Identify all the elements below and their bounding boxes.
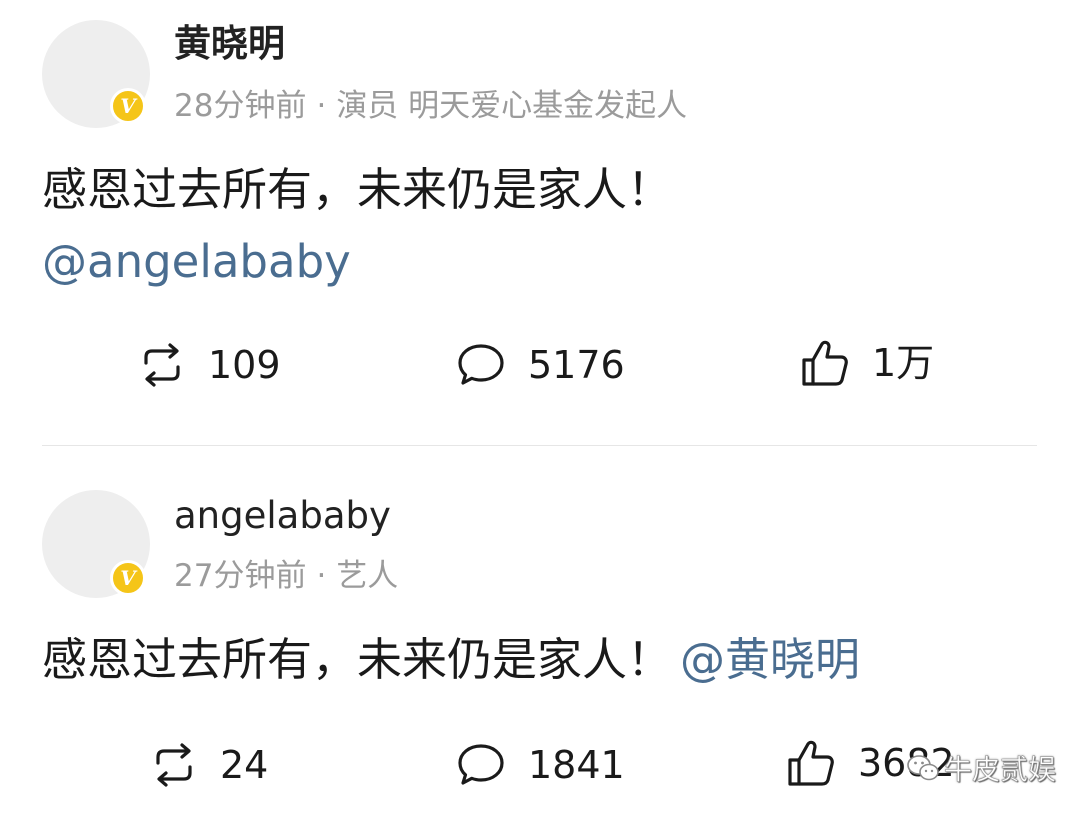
- repost-button[interactable]: 24: [150, 740, 268, 790]
- watermark-text: 牛皮贰娱: [944, 753, 1057, 787]
- post-time: 27分钟前: [174, 558, 307, 594]
- comment-button[interactable]: 1841: [456, 740, 625, 790]
- repost-icon: [156, 743, 192, 787]
- mention-link[interactable]: @angelababy: [42, 234, 351, 290]
- comment-count: 5176: [528, 343, 625, 387]
- verified-badge-icon: V: [110, 560, 146, 596]
- post-text-body: 感恩过去所有，未来仍是家人！: [42, 633, 673, 686]
- comment-icon: [458, 344, 504, 385]
- post-time: 28分钟前: [174, 88, 307, 124]
- author-name[interactable]: 黄晓明: [174, 22, 285, 66]
- meta-separator: ·: [316, 558, 327, 594]
- author-name[interactable]: angelababy: [174, 494, 391, 538]
- repost-button[interactable]: 109: [138, 340, 281, 390]
- post-meta: 27分钟前 · 艺人: [174, 556, 398, 596]
- thumbs-up-icon: [802, 340, 848, 386]
- mention-link[interactable]: @黄晓明: [680, 633, 860, 686]
- post-text: 感恩过去所有，未来仍是家人！ @黄晓明: [42, 632, 860, 688]
- post-meta: 28分钟前 · 演员 明天爱心基金发起人: [174, 86, 687, 126]
- author-role: 演员 明天爱心基金发起人: [336, 88, 688, 124]
- verified-badge-icon: V: [110, 88, 146, 124]
- like-button[interactable]: 1万: [800, 338, 934, 388]
- comment-icon: [458, 744, 504, 785]
- meta-separator: ·: [316, 88, 327, 124]
- watermark: 牛皮贰娱: [906, 748, 1056, 788]
- post-text: 感恩过去所有，未来仍是家人！: [42, 163, 673, 216]
- thumbs-up-icon: [788, 740, 834, 786]
- like-count: 1万: [872, 341, 935, 385]
- repost-count: 24: [220, 743, 269, 787]
- comment-button[interactable]: 5176: [456, 340, 625, 390]
- post-divider: [42, 445, 1037, 446]
- repost-icon: [144, 343, 180, 387]
- comment-count: 1841: [528, 743, 625, 787]
- author-role: 艺人: [336, 558, 399, 594]
- repost-count: 109: [208, 343, 281, 387]
- wechat-icon: [907, 755, 939, 781]
